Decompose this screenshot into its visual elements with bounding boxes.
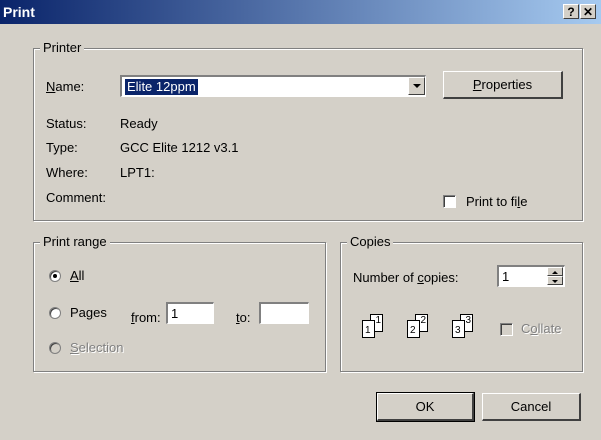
type-value: GCC Elite 1212 v3.1 (120, 140, 239, 155)
properties-button[interactable]: Properties (443, 71, 563, 99)
number-of-copies-label: Number of copies: (353, 270, 459, 285)
printer-legend: Printer (40, 40, 85, 55)
page-icon: 3 (452, 320, 465, 338)
radio-all[interactable] (49, 270, 61, 282)
collate-checkbox[interactable] (500, 323, 513, 336)
where-value: LPT1: (120, 165, 155, 180)
print-to-file-checkbox[interactable] (443, 195, 456, 208)
help-button[interactable]: ? (563, 4, 579, 19)
title-bar[interactable]: Print ? ✕ (0, 0, 601, 24)
radio-all-label[interactable]: All (70, 268, 84, 283)
page-icon: 2 (407, 320, 420, 338)
status-label: Status: (46, 116, 87, 131)
dropdown-button[interactable] (408, 77, 425, 95)
copies-legend: Copies (347, 234, 394, 249)
print-dialog: Print ? ✕ Printer Name: Elite 12ppm Prop… (0, 0, 601, 440)
spin-up-button[interactable] (547, 267, 563, 276)
window-title: Print (3, 4, 35, 20)
to-label: to: (236, 310, 251, 325)
close-button[interactable]: ✕ (580, 4, 596, 19)
print-range-legend: Print range (40, 234, 110, 249)
type-label: Type: (46, 140, 78, 155)
radio-selection[interactable] (49, 342, 61, 354)
copies-group: Copies (340, 234, 583, 372)
spin-up-icon (552, 271, 558, 274)
printer-name-value: Elite 12ppm (125, 79, 198, 95)
radio-selected-dot (53, 274, 57, 278)
radio-pages[interactable] (49, 307, 61, 319)
collate-label[interactable]: Collate (521, 321, 561, 336)
ok-button[interactable]: OK (376, 392, 475, 422)
radio-pages-label[interactable]: Pages (70, 305, 107, 320)
spin-down-button[interactable] (547, 276, 563, 285)
spin-down-icon (552, 280, 558, 283)
print-to-file-label[interactable]: Print to file (466, 194, 527, 209)
status-value: Ready (120, 116, 158, 131)
cancel-button[interactable]: Cancel (482, 393, 581, 421)
to-input[interactable] (259, 302, 309, 324)
name-label: Name: (46, 79, 85, 94)
copies-value: 1 (502, 269, 510, 284)
where-label: Where: (46, 165, 88, 180)
page-icon: 1 (362, 320, 375, 338)
from-input[interactable]: 1 (166, 302, 214, 324)
comment-label: Comment: (46, 190, 106, 205)
chevron-down-icon (413, 84, 421, 88)
radio-selection-label[interactable]: Selection (70, 340, 123, 355)
printer-name-select[interactable]: Elite 12ppm (120, 75, 426, 97)
from-label: from: (131, 310, 161, 325)
